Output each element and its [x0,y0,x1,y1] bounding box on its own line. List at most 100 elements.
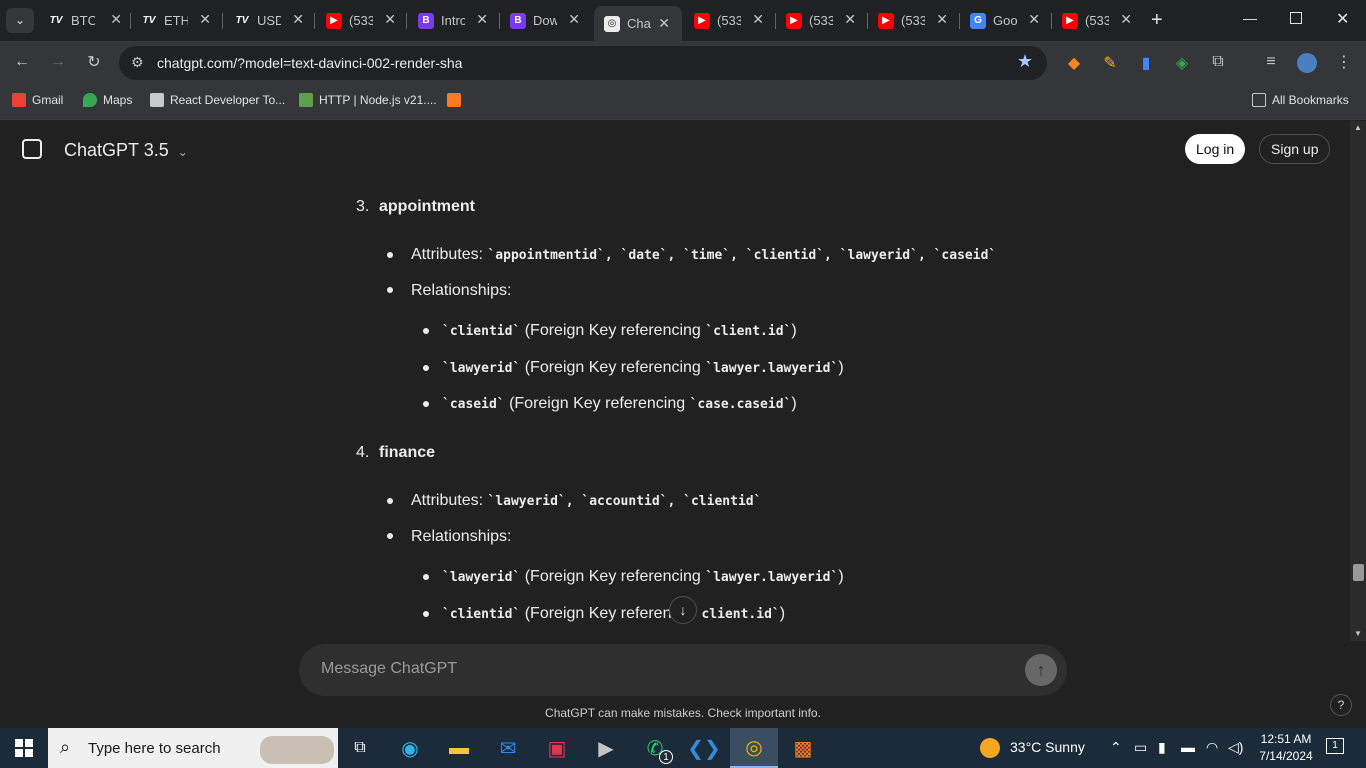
address-bar[interactable]: ⚙ chatgpt.com/?model=text-davinci-002-re… [119,46,1047,80]
microphone-icon[interactable]: ▮ [1158,739,1166,756]
minimize-icon[interactable]: — [1243,10,1257,26]
all-bookmarks[interactable]: All Bookmarks [1252,93,1349,107]
volume-icon[interactable]: ◁) [1228,739,1243,756]
tab-youtube-5[interactable]: ▶ (533 ✕ [1062,8,1132,33]
battery-icon[interactable]: ▬ [1181,739,1195,755]
close-icon[interactable]: ✕ [936,11,948,28]
back-arrow-icon[interactable]: ← [12,53,32,71]
taskbar-search-box[interactable]: ⌕ Type here to search [48,728,338,768]
close-icon[interactable]: ✕ [292,11,304,28]
close-icon[interactable]: ✕ [568,11,580,28]
tab-search-icon[interactable]: ⌄ [6,8,34,33]
clock[interactable]: 12:51 AM 7/14/2024 [1256,731,1316,765]
restore-icon[interactable] [1290,12,1302,24]
bookmark-react-dev-tools[interactable]: React Developer To... [150,93,285,107]
chrome-icon[interactable]: ◎ [730,728,778,768]
media-control-icon[interactable]: ≡ [1261,53,1281,71]
bullet [387,287,393,293]
task-view-icon[interactable]: ⧉ [336,728,384,768]
close-icon[interactable]: ✕ [658,15,670,32]
login-button[interactable]: Log in [1185,134,1246,164]
docs-extension-icon[interactable]: ▮ [1136,53,1156,73]
page-scrollbar[interactable]: ▲ ▼ [1350,121,1366,641]
tab-youtube-1[interactable]: ▶ (533 ✕ [326,8,396,33]
camera-recorder-icon[interactable]: ▣ [533,728,581,768]
whatsapp-icon[interactable]: ✆ 1 [631,728,679,768]
wifi-icon[interactable]: ◠ [1206,739,1218,756]
tab-chatgpt-active[interactable]: ◎ Cha ✕ [594,6,682,41]
reload-icon[interactable]: ↻ [84,52,104,72]
close-icon[interactable]: ✕ [384,11,396,28]
send-button[interactable]: ↑ [1025,654,1057,686]
bookmark-star-icon[interactable]: ★ [1017,51,1033,72]
notifications-icon[interactable]: 1 [1326,738,1344,754]
tab-eth[interactable]: TV ETH ✕ [141,8,211,33]
relationship-item: `caseid` (Foreign Key referencing `case.… [442,395,797,412]
gmail-icon [12,93,26,107]
profile-avatar[interactable] [1297,53,1317,73]
color-picker-extension-icon[interactable]: ✎ [1100,53,1120,73]
weather-sun-icon [980,738,1000,758]
mail-icon[interactable]: ✉ [484,728,532,768]
weather-text[interactable]: 33°C Sunny [1010,739,1085,755]
extensions-puzzle-icon[interactable]: ⧉ [1208,53,1228,71]
menu-kebab-icon[interactable]: ⋮ [1334,52,1354,72]
section-number: 3. [356,198,370,215]
meet-now-icon[interactable]: ▭ [1134,739,1147,756]
media-player-icon[interactable]: ▶ [582,728,630,768]
chatgpt-icon: ◎ [604,15,620,32]
tab-youtube-4[interactable]: ▶ (533 ✕ [878,8,948,33]
scrollbar-thumb[interactable] [1353,564,1364,581]
bookmark-nodejs[interactable]: HTTP | Node.js v21.... [299,93,437,107]
site-info-icon[interactable]: ⚙ [131,54,144,71]
signup-button[interactable]: Sign up [1259,134,1331,164]
message-input[interactable]: Message ChatGPT ↑ [299,644,1067,696]
scroll-down-arrow-icon[interactable]: ▼ [1354,629,1362,638]
bookmark-gmail[interactable]: Gmail [12,93,63,107]
vpn-extension-icon[interactable]: ◈ [1172,53,1192,73]
close-icon[interactable]: ✕ [476,11,488,28]
tab-bootstrap-intro[interactable]: B Intro ✕ [418,8,488,33]
close-icon[interactable]: ✕ [199,11,211,28]
vscode-icon[interactable]: ❮❯ [680,728,728,768]
close-window-icon[interactable]: ✕ [1336,9,1349,29]
relationships-label: Relationships: [411,282,512,299]
tab-usd[interactable]: TV USD ✕ [234,8,304,33]
tab-google-translate[interactable]: G Goo ✕ [970,8,1040,33]
new-tab-plus-icon[interactable]: + [1151,9,1163,32]
tab-youtube-2[interactable]: ▶ (533 ✕ [694,8,764,33]
folder-icon [1252,93,1266,107]
chevron-down-icon: ⌄ [177,145,188,159]
windows-start-icon[interactable] [0,728,48,768]
help-button[interactable]: ? [1330,694,1352,716]
close-icon[interactable]: ✕ [110,11,122,28]
close-icon[interactable]: ✕ [844,11,856,28]
section-number: 4. [356,444,370,461]
edge-icon[interactable]: ◉ [386,728,434,768]
relationship-item: `clientid` (Foreign Key referenc client.i… [442,605,786,622]
youtube-icon: ▶ [878,12,894,29]
close-icon[interactable]: ✕ [1028,11,1040,28]
new-chat-icon[interactable] [22,139,42,159]
bullet [423,611,429,617]
tab-youtube-3[interactable]: ▶ (533 ✕ [786,8,856,33]
tab-bootstrap-download[interactable]: B Dow ✕ [510,8,580,33]
scroll-up-arrow-icon[interactable]: ▲ [1354,123,1362,132]
bullet [423,365,429,371]
bookmark-maps[interactable]: Maps [83,93,132,107]
tab-btc[interactable]: TV BTCU ✕ [48,8,122,33]
relationship-item: `clientid` (Foreign Key referencing `cli… [442,322,797,339]
url-text[interactable]: chatgpt.com/?model=text-davinci-002-rend… [157,55,462,71]
xampp-taskbar-icon[interactable]: ▩ [779,728,827,768]
close-icon[interactable]: ✕ [752,11,764,28]
tray-expand-icon[interactable]: ⌃ [1110,739,1122,756]
file-explorer-icon[interactable]: ▬ [435,728,483,768]
bullet [423,328,429,334]
bootstrap-icon: B [510,12,526,29]
scroll-to-bottom-button[interactable]: ↓ [669,596,697,624]
forward-arrow-icon[interactable]: → [48,53,68,71]
close-icon[interactable]: ✕ [1120,11,1132,28]
metamask-extension-icon[interactable]: ◆ [1064,53,1084,73]
bookmark-xampp[interactable] [447,93,467,107]
model-selector[interactable]: ChatGPT 3.5 ⌄ [64,140,188,161]
